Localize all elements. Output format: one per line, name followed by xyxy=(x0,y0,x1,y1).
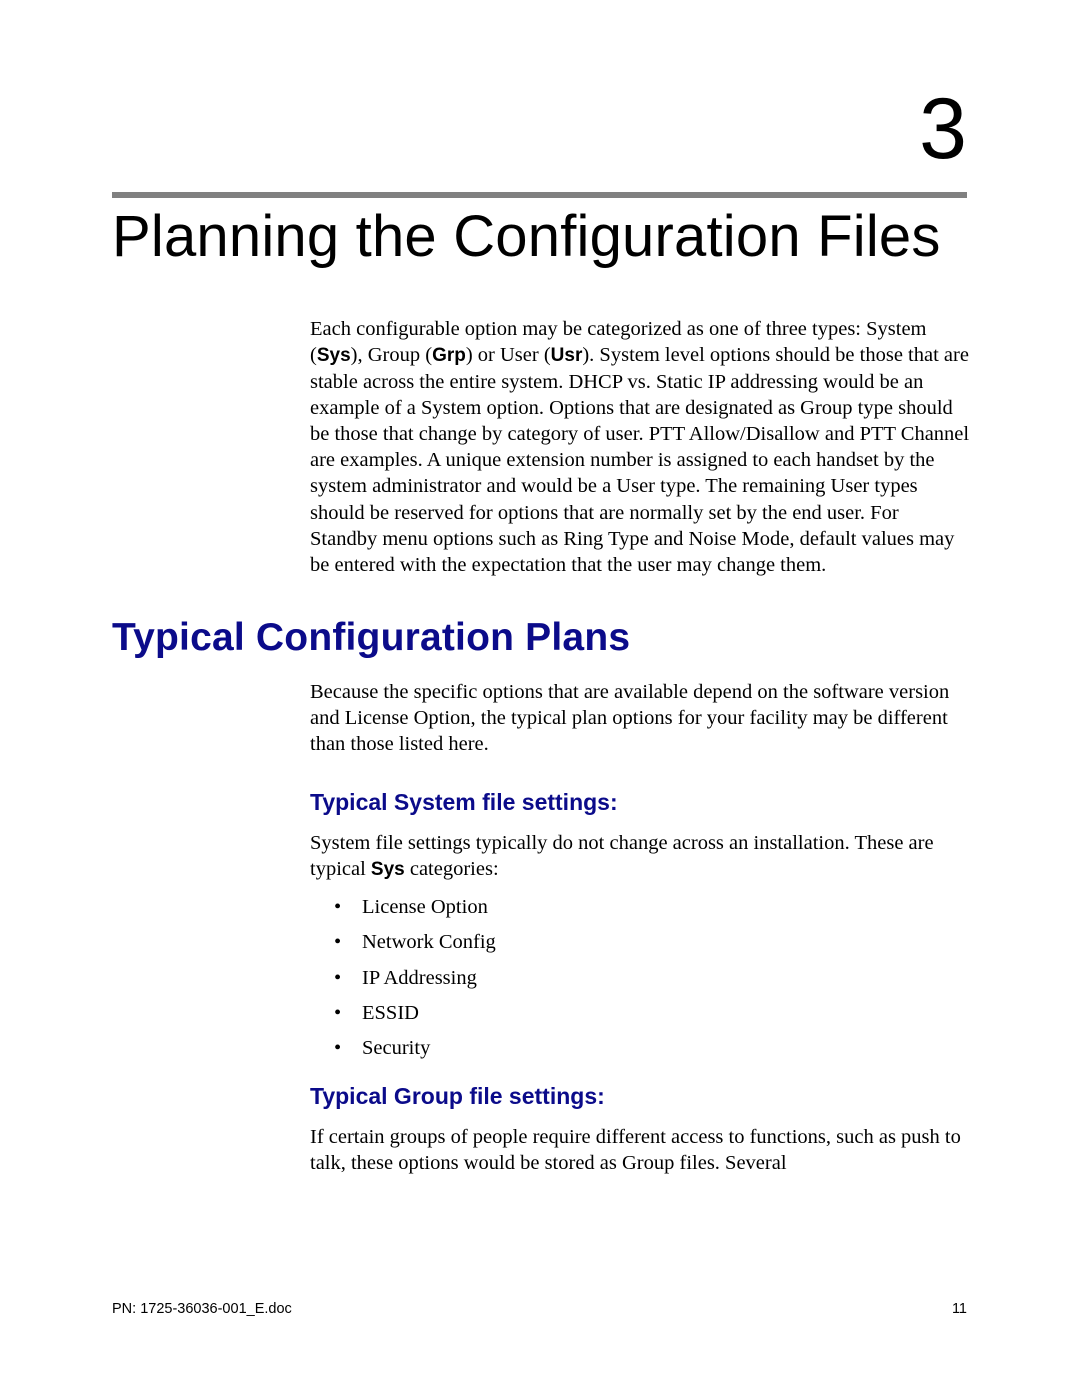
system-list: License Option Network Config IP Address… xyxy=(338,890,958,1066)
system-paragraph: System file settings typically do not ch… xyxy=(310,830,970,883)
list-item: IP Addressing xyxy=(338,961,958,996)
list-item: Network Config xyxy=(338,925,958,960)
intro-text-4: ). System level options should be those … xyxy=(310,344,969,576)
horizontal-rule xyxy=(112,192,967,198)
intro-text-2: ), Group ( xyxy=(351,344,432,366)
page: 3 Planning the Configuration Files Each … xyxy=(0,0,1080,1397)
chapter-number: 3 xyxy=(919,80,967,179)
footer-page-number: 11 xyxy=(952,1301,967,1317)
subheading-group: Typical Group file settings: xyxy=(310,1083,605,1110)
group-paragraph: If certain groups of people require diff… xyxy=(310,1124,970,1176)
usr-abbrev: Usr xyxy=(551,345,583,366)
sys-abbrev-2: Sys xyxy=(371,859,405,880)
chapter-title: Planning the Configuration Files xyxy=(112,203,941,270)
subheading-system: Typical System file settings: xyxy=(310,789,618,816)
system-para-b: categories: xyxy=(405,858,499,880)
list-item: ESSID xyxy=(338,996,958,1031)
grp-abbrev: Grp xyxy=(432,345,466,366)
intro-paragraph: Each configurable option may be categori… xyxy=(310,316,970,578)
footer-part-number: PN: 1725-36036-001_E.doc xyxy=(112,1301,292,1317)
section-heading-plans: Typical Configuration Plans xyxy=(112,616,630,660)
sys-abbrev: Sys xyxy=(317,345,351,366)
plans-intro-paragraph: Because the specific options that are av… xyxy=(310,679,970,758)
intro-text-3: ) or User ( xyxy=(466,344,551,366)
list-item: License Option xyxy=(338,890,958,925)
list-item: Security xyxy=(338,1031,958,1066)
